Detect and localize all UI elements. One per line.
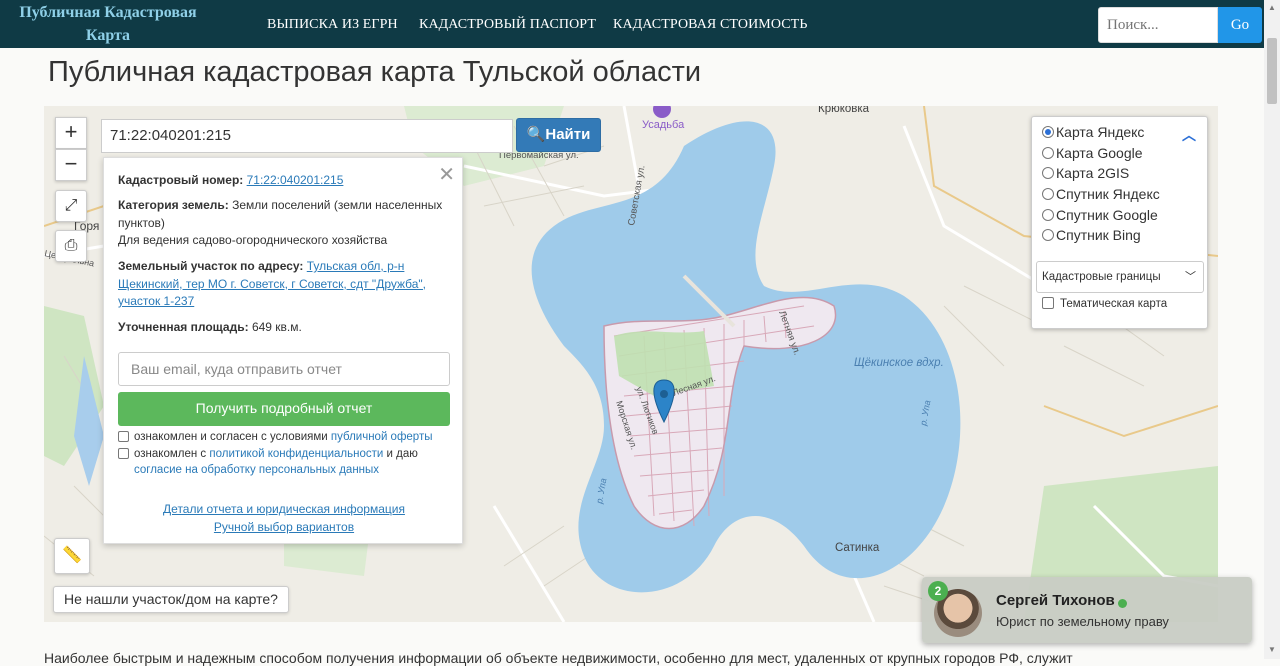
land-usage-text: Для ведения садово-огороднического хозяй… bbox=[118, 233, 388, 247]
cad-number-link[interactable]: 71:22:040201:215 bbox=[247, 173, 344, 187]
layer-option-2gis-map[interactable]: Карта 2GIS bbox=[1042, 163, 1129, 183]
site-brand-link[interactable]: Публичная Кадастровая Карта bbox=[0, 0, 216, 48]
layer-option-google-map[interactable]: Карта Google bbox=[1042, 143, 1143, 163]
cadastral-search-input[interactable]: 71:22:040201:215 bbox=[101, 119, 513, 153]
unread-badge: 2 bbox=[928, 581, 948, 601]
online-status-icon bbox=[1118, 599, 1127, 608]
scroll-thumb[interactable] bbox=[1267, 38, 1277, 104]
search-icon: 🔍 bbox=[526, 126, 546, 143]
nav-search-input[interactable] bbox=[1098, 7, 1218, 43]
personal-data-consent-link[interactable]: согласие на обработку персональных данны… bbox=[134, 464, 379, 476]
thematic-map-label: Тематическая карта bbox=[1060, 298, 1168, 310]
radio-icon[interactable] bbox=[1042, 167, 1054, 179]
fullscreen-icon[interactable]: ⤢ bbox=[55, 190, 87, 222]
area-label: Уточненная площадь: bbox=[118, 320, 249, 334]
layer-option-yandex-satellite[interactable]: Спутник Яндекс bbox=[1042, 184, 1160, 204]
nav-search-button[interactable]: Go bbox=[1218, 7, 1262, 43]
nav-link-egrn[interactable]: ВЫПИСКА ИЗ ЕГРН bbox=[267, 17, 398, 33]
layer-option-yandex-map[interactable]: Карта Яндекс bbox=[1042, 122, 1144, 142]
email-input[interactable]: Ваш email, куда отправить отчет bbox=[118, 352, 450, 386]
zoom-out-button[interactable]: − bbox=[55, 149, 87, 181]
chevron-down-icon: ﹀ bbox=[1185, 271, 1196, 283]
layer-label: Карта Яндекс bbox=[1056, 124, 1145, 140]
layer-label: Спутник Google bbox=[1056, 207, 1158, 223]
radio-icon[interactable] bbox=[1042, 188, 1054, 200]
layer-label: Спутник Bing bbox=[1056, 227, 1141, 243]
privacy-consent-checkbox[interactable] bbox=[118, 448, 129, 459]
print-icon[interactable]: ⎙ bbox=[55, 230, 87, 262]
radio-icon[interactable] bbox=[1042, 229, 1054, 241]
layer-option-google-satellite[interactable]: Спутник Google bbox=[1042, 205, 1158, 225]
consultant-chat-widget[interactable]: 2 Сергей Тихонов Юрист по земельному пра… bbox=[922, 577, 1252, 643]
collapse-chevron-up-icon[interactable]: ︿ bbox=[1182, 125, 1196, 145]
scroll-down-arrow-icon[interactable]: ▼ bbox=[1268, 645, 1276, 654]
map-label-usadba: Усадьба bbox=[642, 119, 685, 131]
offer-consent-checkbox[interactable] bbox=[118, 431, 129, 442]
find-button-label: Найти bbox=[545, 126, 591, 143]
consultant-role: Юрист по земельному праву bbox=[996, 614, 1169, 629]
checkbox-icon[interactable] bbox=[1042, 297, 1054, 309]
layer-option-bing-satellite[interactable]: Спутник Bing bbox=[1042, 225, 1141, 245]
page-title: Публичная кадастровая карта Тульской обл… bbox=[48, 56, 702, 88]
manual-selection-link[interactable]: Ручной выбор вариантов bbox=[214, 520, 354, 534]
intro-paragraph: Наиболее быстрым и надежным способом пол… bbox=[44, 650, 1073, 666]
get-report-button[interactable]: Получить подробный отчет bbox=[118, 392, 450, 426]
thematic-map-checkbox[interactable]: Тематическая карта bbox=[1042, 297, 1167, 310]
not-found-on-map-button[interactable]: Не нашли участок/дом на карте? bbox=[53, 586, 289, 613]
map-layers-panel: ︿ Карта Яндекс Карта Google Карта 2GIS С… bbox=[1031, 116, 1208, 329]
radio-icon[interactable] bbox=[1042, 147, 1054, 159]
area-value: 649 кв.м. bbox=[251, 320, 302, 334]
top-navbar: Публичная Кадастровая Карта ВЫПИСКА ИЗ Е… bbox=[0, 0, 1264, 48]
privacy-consent-and: и даю bbox=[386, 448, 418, 460]
ruler-icon[interactable]: 📏 bbox=[54, 538, 90, 574]
nav-link-cadastral-cost[interactable]: КАДАСТРОВАЯ СТОИМОСТЬ bbox=[613, 17, 807, 33]
zoom-in-button[interactable]: + bbox=[55, 117, 87, 149]
parcel-info-popup: ✕ Кадастровый номер: 71:22:040201:215 Ка… bbox=[103, 157, 463, 544]
radio-icon[interactable] bbox=[1042, 126, 1054, 138]
privacy-consent-text: ознакомлен с bbox=[134, 448, 207, 460]
map-label-krukovka: Крюковка bbox=[818, 106, 870, 115]
land-category-label: Категория земель: bbox=[118, 198, 229, 212]
find-button[interactable]: 🔍Найти bbox=[516, 118, 601, 152]
privacy-policy-link[interactable]: политикой конфиденциальности bbox=[209, 448, 383, 460]
overlay-select-value: Кадастровые границы bbox=[1042, 271, 1161, 283]
nav-link-cadastral-passport[interactable]: КАДАСТРОВЫЙ ПАСПОРТ bbox=[419, 17, 596, 33]
offer-consent-text: ознакомлен и согласен с условиями bbox=[134, 431, 328, 443]
consultant-name: Сергей Тихонов bbox=[996, 592, 1115, 609]
map-label-satinka: Сатинка bbox=[835, 542, 880, 554]
layer-label: Спутник Яндекс bbox=[1056, 186, 1160, 202]
overlay-select[interactable]: Кадастровые границы ﹀ bbox=[1036, 261, 1204, 293]
layer-label: Карта 2GIS bbox=[1056, 165, 1130, 181]
address-label: Земельный участок по адресу: bbox=[118, 259, 304, 273]
public-offer-link[interactable]: публичной оферты bbox=[331, 431, 433, 443]
report-details-link[interactable]: Детали отчета и юридическая информация bbox=[163, 502, 405, 516]
radio-icon[interactable] bbox=[1042, 209, 1054, 221]
map-label-reservoir-1: Щёкинское вдхр. bbox=[854, 357, 944, 369]
cad-number-label: Кадастровый номер: bbox=[118, 173, 244, 187]
scroll-up-arrow-icon[interactable]: ▲ bbox=[1268, 3, 1276, 12]
layer-label: Карта Google bbox=[1056, 145, 1143, 161]
